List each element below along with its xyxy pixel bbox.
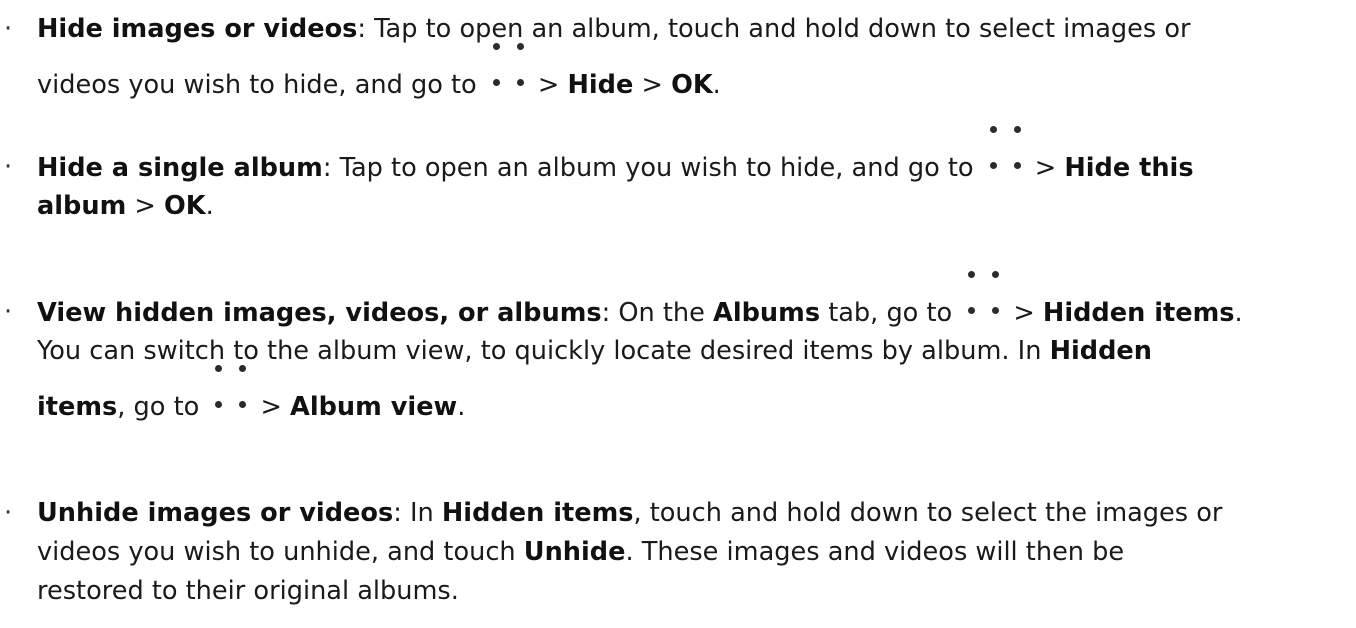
item-title: Hide images or videos <box>37 14 358 44</box>
text-line: videos you wish to hide, and go to > Hid… <box>37 43 721 102</box>
text-line: items, go to > Album view. <box>37 365 465 424</box>
text-line: Hide images or videos: Tap to open an al… <box>37 14 1191 44</box>
text-line: Hide a single album: Tap to open an albu… <box>37 126 1194 185</box>
item-title: Hide a single album <box>37 153 323 183</box>
text-line: Unhide images or videos: In Hidden items… <box>37 498 1223 528</box>
text-line: View hidden images, videos, or albums: O… <box>37 271 1243 330</box>
text-line: restored to their original albums. <box>37 576 459 606</box>
text-line: You can switch to the album view, to qui… <box>37 336 1152 366</box>
bullet: · <box>4 14 13 44</box>
bullet: · <box>4 152 13 182</box>
bullet: · <box>4 498 13 528</box>
more-options-icon <box>987 126 1031 180</box>
bullet: · <box>4 297 13 327</box>
more-options-icon <box>490 43 534 97</box>
text-line: videos you wish to unhide, and touch Unh… <box>37 537 1125 567</box>
more-options-icon <box>965 271 1009 325</box>
more-options-icon <box>212 365 256 419</box>
text-line: album > OK. <box>37 191 214 221</box>
item-title: Unhide images or videos <box>37 498 394 528</box>
item-title: View hidden images, videos, or albums <box>37 298 602 328</box>
